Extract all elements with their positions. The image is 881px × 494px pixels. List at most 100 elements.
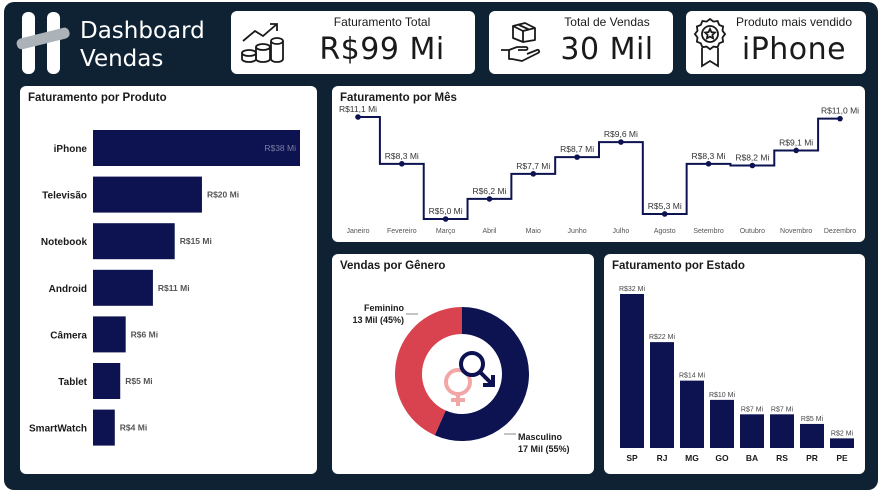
tick-label: Janeiro <box>347 228 370 235</box>
tick-label: Agosto <box>654 228 676 235</box>
bar <box>93 176 202 213</box>
bar <box>93 316 126 353</box>
bar <box>770 414 794 448</box>
tick-label: RS <box>776 453 788 463</box>
series-line <box>358 116 840 220</box>
bar <box>680 380 704 448</box>
data-point <box>661 211 668 217</box>
data-label: R$8,2 Mi <box>735 152 769 162</box>
kpi-title: Faturamento Total <box>333 15 431 29</box>
data-label: R$10 Mi <box>709 392 736 399</box>
bar <box>93 363 121 399</box>
data-label: R$20 Mi <box>207 190 239 200</box>
card-faturamento-mes: Faturamento por Mês R$11,1 Mi Janeiro R$8,… <box>332 86 865 242</box>
category-label: Câmera <box>50 330 87 341</box>
bar <box>93 409 115 446</box>
data-label: R$5,0 Mi <box>429 206 463 216</box>
coins-growth-icon <box>241 23 284 63</box>
tick-label: Julho <box>613 228 630 235</box>
kpi-value: 30 Mil <box>560 32 654 67</box>
data-label: R$2 Mi <box>831 430 854 437</box>
line-chart-mes: R$11,1 Mi Janeiro R$8,3 Mi Fevereiro R$5,0 M… <box>339 104 859 235</box>
bar <box>710 399 734 448</box>
tick-label: Março <box>436 228 456 235</box>
data-label: R$9,6 Mi <box>604 129 638 139</box>
kpi-value: R$99 Mi <box>319 32 445 67</box>
bar <box>93 269 153 306</box>
donut-chart-genero: Feminino 13 Mil (45%) Masculino 17 Mil (55%… <box>352 303 570 454</box>
category-label: Notebook <box>41 237 88 248</box>
kpi-card-produto-mais-vendido: Produto mais vendido iPhone <box>686 11 866 74</box>
data-point <box>355 114 361 120</box>
data-point <box>486 196 493 202</box>
data-label: 17 Mil (55%) <box>518 444 570 454</box>
data-label: R$8,3 Mi <box>385 151 419 161</box>
data-point <box>837 115 843 122</box>
kpi-card-faturamento: Faturamento Total R$99 Mi <box>231 11 475 74</box>
data-label: R$11,1 Mi <box>339 104 377 114</box>
data-label: R$5 Mi <box>801 416 824 423</box>
box-hand-icon <box>501 22 540 62</box>
data-point <box>399 161 405 167</box>
category-label: Tablet <box>58 377 87 388</box>
tick-label: Fevereiro <box>387 228 417 235</box>
data-label: R$7 Mi <box>741 406 764 413</box>
tick-label: SP <box>626 453 638 463</box>
data-point <box>749 162 756 169</box>
logo-line-2: Vendas <box>80 46 164 72</box>
tick-label: RJ <box>657 453 668 463</box>
tick-label: Junho <box>568 228 587 235</box>
logo-line-1: Dashboard <box>80 18 205 44</box>
data-label: R$9,1 Mi <box>779 137 813 147</box>
category-label: Televisão <box>42 191 87 202</box>
bar <box>740 414 764 448</box>
tick-label: Maio <box>526 228 541 235</box>
hashtag-logo-icon <box>16 12 70 74</box>
tick-label: BA <box>746 453 758 463</box>
kpi-value: iPhone <box>741 32 847 67</box>
card-vendas-genero: Vendas por Gênero Feminino 13 Mil (45%) Ma… <box>332 254 594 474</box>
data-point <box>530 171 537 177</box>
legend-label: Masculino <box>518 432 563 442</box>
tick-label: PE <box>836 453 848 463</box>
data-label: R$14 Mi <box>679 373 706 380</box>
bar <box>620 294 644 448</box>
data-label: R$22 Mi <box>649 334 676 341</box>
data-point <box>705 161 712 167</box>
data-point <box>793 147 799 154</box>
data-label: R$32 Mi <box>619 286 646 293</box>
gender-symbols-icon <box>444 351 495 406</box>
data-label: R$11,0 Mi <box>821 106 859 116</box>
data-label: R$4 Mi <box>120 423 147 433</box>
category-label: Android <box>49 284 87 295</box>
data-point <box>618 139 624 145</box>
bar-chart-estado: R$32 Mi SP R$22 Mi RJ R$14 Mi MG R$10 Mi GO R$7 … <box>619 286 854 463</box>
data-label: R$11 Mi <box>158 283 190 293</box>
data-label: R$7 Mi <box>771 406 794 413</box>
data-label: R$8,7 Mi <box>560 144 594 154</box>
card-faturamento-estado: Faturamento por Estado R$32 Mi SP R$22 Mi R… <box>604 254 865 474</box>
bar <box>830 438 854 448</box>
category-label: iPhone <box>54 144 88 155</box>
data-label: R$15 Mi <box>180 236 212 246</box>
tick-label: Novembro <box>780 228 812 235</box>
tick-label: PR <box>806 453 818 463</box>
bar <box>650 342 674 448</box>
data-label: R$8,3 Mi <box>692 151 726 161</box>
data-label: R$7,7 Mi <box>516 161 550 171</box>
data-label: R$5,3 Mi <box>648 201 682 211</box>
tick-label: Abril <box>482 228 496 235</box>
data-point <box>442 216 449 222</box>
kpi-title: Produto mais vendido <box>735 15 853 29</box>
tick-label: MG <box>685 453 699 463</box>
data-label: 13 Mil (45%) <box>352 315 404 325</box>
bar <box>800 423 824 448</box>
legend-label: Feminino <box>364 303 405 313</box>
tick-label: Outubro <box>740 228 765 235</box>
tick-label: Dezembro <box>824 228 856 235</box>
tick-label: Setembro <box>693 228 723 235</box>
award-ribbon-icon <box>693 17 727 68</box>
data-label: R$5 Mi <box>125 376 152 386</box>
data-label: R$6 Mi <box>131 329 158 339</box>
category-label: SmartWatch <box>29 424 87 435</box>
